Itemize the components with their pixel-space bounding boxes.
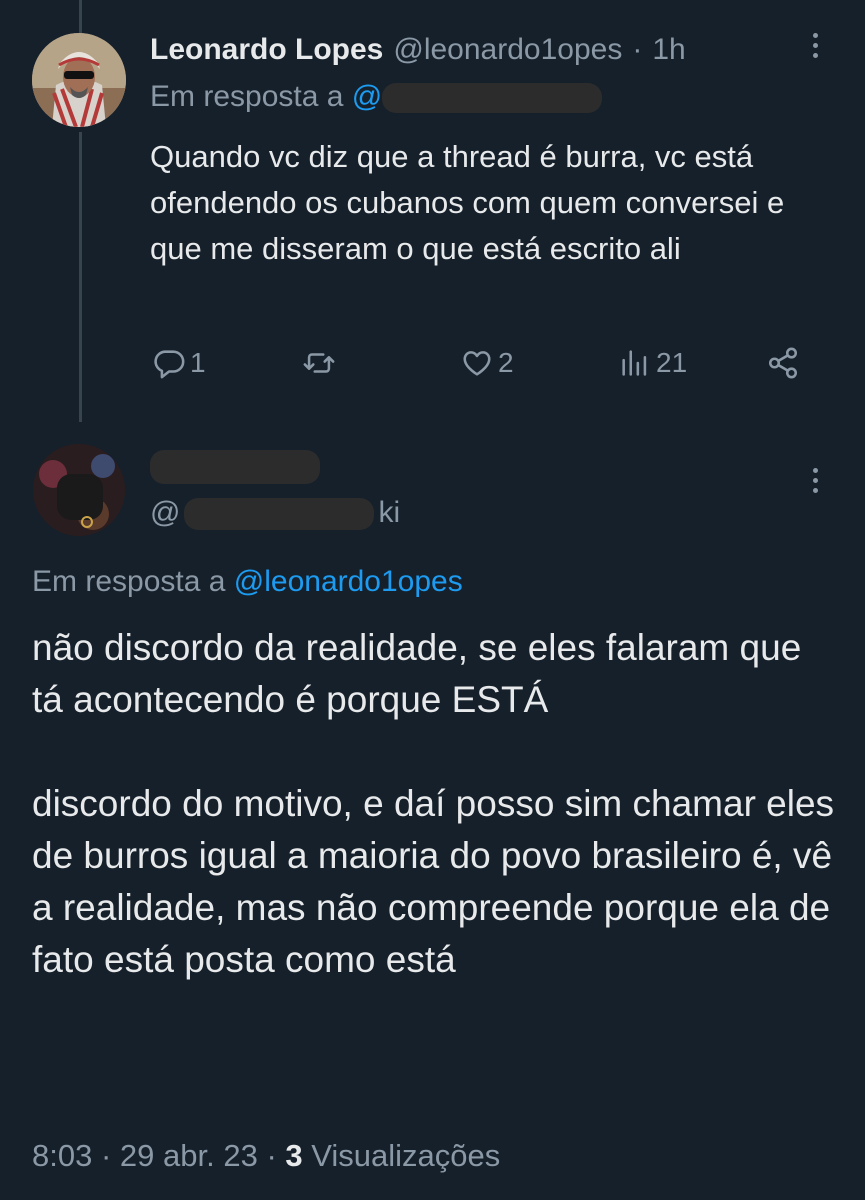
reply-count: 1 bbox=[190, 347, 206, 378]
reply-icon bbox=[154, 350, 185, 379]
reply-prefix: Em resposta a bbox=[150, 80, 344, 113]
tweet-text: Quando vc diz que a thread é burra, vc e… bbox=[150, 139, 785, 266]
tweet-text: não discordo da realidade, se eles falar… bbox=[32, 627, 835, 980]
views-button[interactable]: 21 bbox=[618, 346, 687, 380]
avatar-image bbox=[32, 33, 126, 127]
tweet-actions: 1 2 21 bbox=[152, 346, 812, 392]
reply-context: Em resposta a @ bbox=[150, 80, 603, 114]
timestamp[interactable]: 8:03 bbox=[32, 1138, 92, 1173]
timestamp[interactable]: 1h bbox=[652, 33, 685, 67]
avatar[interactable] bbox=[32, 33, 126, 127]
retweet-button[interactable] bbox=[302, 346, 340, 380]
more-options-icon[interactable] bbox=[810, 33, 820, 58]
heart-icon bbox=[463, 351, 491, 376]
views-icon bbox=[622, 350, 647, 376]
handle-start: @ bbox=[150, 496, 181, 529]
tweet-meta: 8:03 · 29 abr. 23 · 3 Visualizações bbox=[32, 1138, 500, 1174]
separator-dot: · bbox=[632, 33, 643, 66]
share-icon bbox=[768, 347, 798, 379]
reply-context: Em resposta a @leonardo1opes bbox=[32, 565, 463, 599]
handle[interactable]: @leonardo1opes bbox=[393, 33, 622, 67]
redacted-display-name bbox=[150, 448, 320, 488]
avatar[interactable] bbox=[33, 444, 125, 536]
reply-prefix: Em resposta a bbox=[32, 565, 226, 598]
views-count: 21 bbox=[656, 347, 688, 378]
avatar-image bbox=[33, 444, 125, 536]
retweet-icon bbox=[303, 353, 335, 373]
thread-connector-line bbox=[79, 0, 82, 33]
display-name[interactable]: Leonardo Lopes bbox=[150, 33, 383, 67]
views-count: 3 bbox=[285, 1138, 303, 1173]
reply-mention[interactable]: @leonardo1opes bbox=[234, 565, 463, 598]
handle[interactable]: @ ki bbox=[150, 496, 401, 531]
redacted-handle bbox=[184, 498, 375, 531]
reply-button[interactable]: 1 bbox=[152, 346, 206, 380]
tweet-header: Leonardo Lopes @leonardo1opes · 1h bbox=[150, 28, 845, 72]
separator-dot: · bbox=[266, 1138, 277, 1173]
separator-dot: · bbox=[100, 1138, 112, 1173]
thread-connector-line bbox=[79, 132, 82, 422]
more-options-icon[interactable] bbox=[810, 468, 820, 493]
share-button[interactable] bbox=[766, 346, 800, 380]
like-count: 2 bbox=[498, 347, 514, 378]
handle-end: ki bbox=[378, 496, 401, 529]
redacted-mention bbox=[382, 83, 603, 114]
reply-mention[interactable]: @ bbox=[352, 80, 382, 113]
like-button[interactable]: 2 bbox=[460, 346, 514, 380]
date[interactable]: 29 abr. 23 bbox=[120, 1138, 258, 1173]
views-label: Visualizações bbox=[311, 1138, 501, 1173]
